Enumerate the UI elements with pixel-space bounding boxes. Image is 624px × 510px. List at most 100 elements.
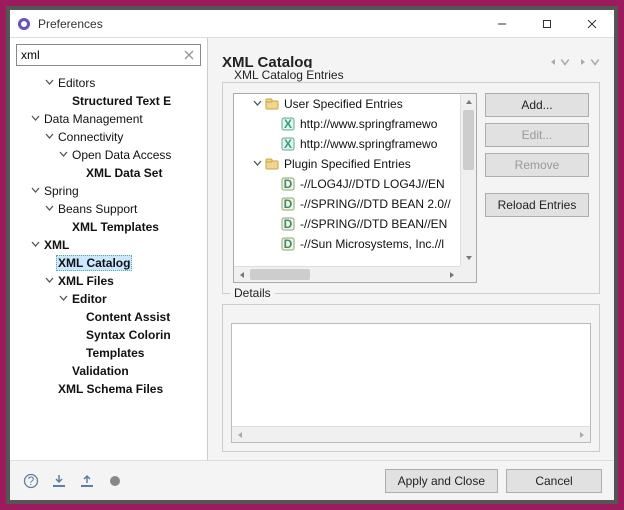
hscroll-thumb[interactable] <box>250 269 310 280</box>
tree-item-label: Beans Support <box>56 202 139 216</box>
scroll-right-icon[interactable] <box>444 267 460 283</box>
tree-item-label: Content Assist <box>84 310 172 324</box>
scroll-right-icon[interactable] <box>574 427 590 443</box>
scroll-up-icon[interactable] <box>461 94 476 110</box>
svg-text:D: D <box>284 217 293 231</box>
catalog-row[interactable]: D -//SPRING//DTD BEAN 2.0// <box>234 194 460 214</box>
catalog-row-label: -//SPRING//DTD BEAN 2.0// <box>300 197 451 211</box>
tree-item[interactable]: Editor <box>14 290 207 308</box>
catalog-row[interactable]: User Specified Entries <box>234 94 460 114</box>
add-button[interactable]: Add... <box>485 93 589 117</box>
window-title: Preferences <box>38 17 479 31</box>
clear-search-icon[interactable] <box>181 47 197 63</box>
cancel-button[interactable]: Cancel <box>506 469 602 493</box>
svg-text:D: D <box>284 237 293 251</box>
catalog-row[interactable]: D -//SPRING//DTD BEAN//EN <box>234 214 460 234</box>
tree-item[interactable]: Structured Text E <box>14 92 207 110</box>
maximize-button[interactable] <box>524 10 569 38</box>
help-icon[interactable]: ? <box>22 472 40 490</box>
tree-item[interactable]: XML <box>14 236 207 254</box>
tree-item-label: Structured Text E <box>70 94 173 108</box>
tree-item-label: Editor <box>70 292 109 306</box>
expand-toggle-icon[interactable] <box>42 202 56 216</box>
scroll-down-icon[interactable] <box>461 250 476 266</box>
tree-item[interactable]: Content Assist <box>14 308 207 326</box>
scroll-left-icon[interactable] <box>234 267 250 283</box>
tree-item[interactable]: XML Catalog <box>14 254 207 272</box>
catalog-row-label: Plugin Specified Entries <box>284 157 411 171</box>
record-icon[interactable] <box>106 472 124 490</box>
tree-item[interactable]: Connectivity <box>14 128 207 146</box>
tree-item[interactable]: Templates <box>14 344 207 362</box>
dialog-footer: ? Apply and Close Cancel <box>10 460 614 500</box>
dtd-entry-icon: D <box>280 236 296 252</box>
folder-icon <box>264 96 280 112</box>
expand-toggle-icon[interactable] <box>56 292 70 306</box>
tree-item[interactable]: Editors <box>14 74 207 92</box>
remove-button[interactable]: Remove <box>485 153 589 177</box>
apply-and-close-button[interactable]: Apply and Close <box>385 469 498 493</box>
tree-item[interactable]: Data Management <box>14 110 207 128</box>
svg-text:D: D <box>284 177 293 191</box>
details-horizontal-scrollbar[interactable] <box>232 426 590 442</box>
tree-item-label: XML Data Set <box>84 166 164 180</box>
expand-toggle-icon[interactable] <box>28 112 42 126</box>
tree-item[interactable]: Validation <box>14 362 207 380</box>
close-button[interactable] <box>569 10 614 38</box>
svg-text:D: D <box>284 197 293 211</box>
app-icon <box>16 16 32 32</box>
catalog-row-label: -//Sun Microsystems, Inc.//l <box>300 237 444 251</box>
tree-item-label: Editors <box>56 76 97 90</box>
minimize-button[interactable] <box>479 10 524 38</box>
details-panel <box>231 323 591 443</box>
catalog-row[interactable]: D-//LOG4J//DTD LOG4J//EN <box>234 174 460 194</box>
tree-item[interactable]: XML Files <box>14 272 207 290</box>
expand-toggle-icon[interactable] <box>42 76 56 90</box>
expand-toggle-icon[interactable] <box>42 274 56 288</box>
expand-toggle-icon[interactable] <box>28 238 42 252</box>
catalog-row[interactable]: Xhttp://www.springframewo <box>234 134 460 154</box>
tree-item[interactable]: Open Data Access <box>14 146 207 164</box>
scroll-left-icon[interactable] <box>232 427 248 443</box>
search-input[interactable] <box>16 44 201 66</box>
tree-item[interactable]: Spring <box>14 182 207 200</box>
dtd-entry-icon: D <box>280 216 296 232</box>
tree-item[interactable]: Beans Support <box>14 200 207 218</box>
folder-icon <box>264 156 280 172</box>
tree-item-label: XML Templates <box>70 220 161 234</box>
expand-toggle-icon[interactable] <box>28 184 42 198</box>
tree-item-label: Validation <box>70 364 131 378</box>
preferences-tree[interactable]: EditorsStructured Text EData ManagementC… <box>10 72 207 460</box>
expand-toggle-icon[interactable] <box>42 130 56 144</box>
expand-toggle-icon[interactable] <box>250 157 264 171</box>
forward-history-button[interactable] <box>578 57 600 67</box>
tree-item-label: XML Schema Files <box>56 382 165 396</box>
expand-toggle-icon[interactable] <box>250 97 264 111</box>
tree-item[interactable]: XML Templates <box>14 218 207 236</box>
catalog-row-label: http://www.springframewo <box>300 137 437 151</box>
tree-item-label: Open Data Access <box>70 148 173 162</box>
tree-item[interactable]: Syntax Colorin <box>14 326 207 344</box>
tree-item-label: XML Files <box>56 274 116 288</box>
xsd-entry-icon: X <box>280 116 296 132</box>
tree-item-label: XML Catalog <box>56 255 132 271</box>
tree-item[interactable]: XML Schema Files <box>14 380 207 398</box>
catalog-row[interactable]: D -//Sun Microsystems, Inc.//l <box>234 234 460 254</box>
catalog-row-label: http://www.springframewo <box>300 117 437 131</box>
tree-item[interactable]: XML Data Set <box>14 164 207 182</box>
dtd-entry-icon: D <box>280 176 296 192</box>
edit-button[interactable]: Edit... <box>485 123 589 147</box>
details-group <box>222 304 600 452</box>
catalog-entries-list[interactable]: User Specified EntriesXhttp://www.spring… <box>233 93 477 283</box>
reload-entries-button[interactable]: Reload Entries <box>485 193 589 217</box>
back-history-button[interactable] <box>548 57 570 67</box>
catalog-row-label: -//SPRING//DTD BEAN//EN <box>300 217 447 231</box>
import-icon[interactable] <box>50 472 68 490</box>
catalog-row[interactable]: Plugin Specified Entries <box>234 154 460 174</box>
expand-toggle-icon[interactable] <box>56 148 70 162</box>
catalog-row[interactable]: Xhttp://www.springframewo <box>234 114 460 134</box>
export-icon[interactable] <box>78 472 96 490</box>
horizontal-scrollbar[interactable] <box>234 266 460 282</box>
vertical-scrollbar[interactable] <box>460 94 476 266</box>
scroll-thumb[interactable] <box>463 110 474 170</box>
